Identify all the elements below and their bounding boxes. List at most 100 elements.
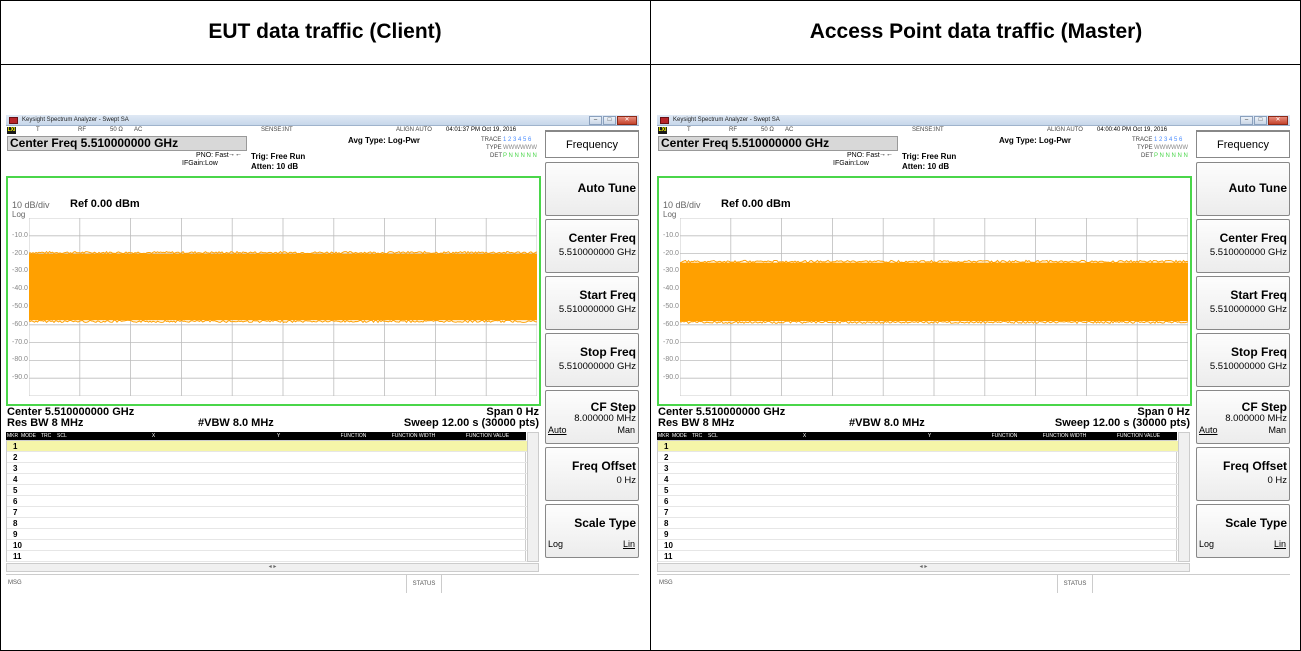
impedance-label: 50 Ω [761, 127, 774, 133]
marker-column-header: FUNCTION [340, 433, 367, 439]
scale-type-label: Scale Type [1225, 516, 1287, 530]
start-freq-value: 5.510000000 GHz [558, 304, 636, 315]
cf-step-man-option[interactable]: Man [1268, 425, 1286, 435]
msg-label: MSG [8, 580, 22, 586]
plot-area[interactable]: 10 dB/div Ref 0.00 dBm Log -10.0 -20.0 -30… [6, 176, 541, 406]
marker-row[interactable]: 11 [658, 551, 1178, 562]
marker-horizontal-scrollbar[interactable]: ◂ ▸ [6, 563, 539, 572]
menu-title-frequency: Frequency [1196, 130, 1290, 158]
stop-freq-value: 5.510000000 GHz [558, 361, 636, 372]
center-freq-button[interactable]: Center Freq 5.510000000 GHz [545, 219, 639, 273]
auto-tune-label: Auto Tune [577, 181, 636, 195]
scale-type-lin-option[interactable]: Lin [623, 539, 635, 549]
y-tick-label: -30.0 [12, 267, 28, 275]
menu-title-frequency: Frequency [545, 130, 639, 158]
marker-row[interactable]: 1 [7, 441, 527, 452]
marker-table[interactable]: 1 2 3 4 5 6 7 8 9 10 11 [6, 440, 527, 562]
pno-label: PNO: Fast [847, 152, 880, 159]
marker-row[interactable]: 4 [658, 474, 1178, 485]
marker-horizontal-scrollbar[interactable]: ◂ ▸ [657, 563, 1190, 572]
y-tick-label: -90.0 [663, 374, 679, 382]
stop-freq-button[interactable]: Stop Freq 5.510000000 GHz [1196, 333, 1290, 387]
lxi-indicator: LXI [658, 127, 667, 134]
cf-step-man-option[interactable]: Man [617, 425, 635, 435]
freq-offset-button[interactable]: Freq Offset 0 Hz [1196, 447, 1290, 501]
close-button[interactable]: ✕ [1268, 116, 1288, 125]
auto-tune-button[interactable]: Auto Tune [545, 162, 639, 216]
marker-row[interactable]: 1 [658, 441, 1178, 452]
header-divider [0, 64, 1301, 65]
marker-row[interactable]: 2 [7, 452, 527, 463]
auto-tune-button[interactable]: Auto Tune [1196, 162, 1290, 216]
marker-row[interactable]: 11 [7, 551, 527, 562]
marker-row[interactable]: 10 [658, 540, 1178, 551]
timestamp: 04:01:37 PM Oct 19, 2016 [446, 127, 517, 133]
y-tick-label: -40.0 [663, 285, 679, 293]
scale-type-lin-option[interactable]: Lin [1274, 539, 1286, 549]
trig-label: Trig: Free Run [251, 152, 306, 161]
trace-numbers: 1 2 3 4 5 6 [503, 137, 532, 143]
align-label: ALIGN AUTO [396, 127, 432, 133]
cf-step-button[interactable]: CF Step 8.000000 MHz Auto Man [1196, 390, 1290, 444]
marker-row[interactable]: 10 [7, 540, 527, 551]
start-freq-button[interactable]: Start Freq 5.510000000 GHz [1196, 276, 1290, 330]
scale-type-button[interactable]: Scale Type Log Lin [545, 504, 639, 558]
cf-step-auto-option[interactable]: Auto [548, 425, 567, 435]
start-freq-button[interactable]: Start Freq 5.510000000 GHz [545, 276, 639, 330]
coupling-label: AC [785, 127, 794, 133]
coupling-label: AC [134, 127, 143, 133]
marker-column-header: FUNCTION VALUE [1116, 433, 1161, 439]
marker-row[interactable]: 6 [658, 496, 1178, 507]
y-tick-label: -50.0 [663, 303, 679, 310]
marker-row[interactable]: 8 [7, 518, 527, 529]
close-button[interactable]: ✕ [617, 116, 637, 125]
message-bar: MSG STATUS [6, 574, 639, 593]
freq-offset-button[interactable]: Freq Offset 0 Hz [545, 447, 639, 501]
center-freq-value: 5.510000000 GHz [1209, 247, 1287, 258]
marker-table-header: MKR MODE TRC SCL X Y FUNCTION FUNCTION WIDTH FUN… [657, 432, 1177, 440]
start-freq-value: 5.510000000 GHz [1209, 304, 1287, 315]
marker-row[interactable]: 9 [7, 529, 527, 540]
marker-row[interactable]: 7 [658, 507, 1178, 518]
pno-label: PNO: Fast [196, 152, 229, 159]
cf-step-button[interactable]: CF Step 8.000000 MHz Auto Man [545, 390, 639, 444]
marker-row[interactable]: 5 [658, 485, 1178, 496]
log-scale-label: Log [663, 210, 677, 219]
marker-column-header: FUNCTION WIDTH [391, 433, 436, 439]
trig-label: Trig: Free Run [902, 152, 957, 161]
input-rf-label: RF [78, 127, 86, 133]
message-bar: MSG STATUS [657, 574, 1290, 593]
stop-freq-button[interactable]: Stop Freq 5.510000000 GHz [545, 333, 639, 387]
marker-vertical-scrollbar[interactable] [527, 432, 539, 562]
marker-row[interactable]: 7 [7, 507, 527, 518]
maximize-button[interactable]: □ [1254, 116, 1267, 125]
minimize-button[interactable]: – [1240, 116, 1253, 125]
app-icon [660, 117, 669, 124]
minimize-button[interactable]: – [589, 116, 602, 125]
freq-offset-value: 0 Hz [616, 475, 636, 486]
cf-step-label: CF Step [590, 400, 636, 414]
marker-row[interactable]: 2 [658, 452, 1178, 463]
marker-row[interactable]: 3 [7, 463, 527, 474]
cf-step-auto-option[interactable]: Auto [1199, 425, 1218, 435]
atten-label: Atten: 10 dB [251, 162, 299, 171]
marker-row[interactable]: 9 [658, 529, 1178, 540]
marker-vertical-scrollbar[interactable] [1178, 432, 1190, 562]
marker-row[interactable]: 4 [7, 474, 527, 485]
y-tick-label: -60.0 [12, 320, 28, 328]
scale-type-button[interactable]: Scale Type Log Lin [1196, 504, 1290, 558]
maximize-button[interactable]: □ [603, 116, 616, 125]
instrument-header: LXI T RF 50 Ω AC SENSE:INT ALIGN AUTO 04… [6, 126, 541, 176]
marker-row[interactable]: 8 [658, 518, 1178, 529]
marker-table[interactable]: 1 2 3 4 5 6 7 8 9 10 11 [657, 440, 1178, 562]
marker-row[interactable]: 3 [658, 463, 1178, 474]
marker-row[interactable]: 5 [7, 485, 527, 496]
marker-row[interactable]: 6 [7, 496, 527, 507]
scale-type-log-option[interactable]: Log [1199, 539, 1214, 549]
avg-type-label: Avg Type: Log-Pwr [999, 136, 1071, 145]
plot-area[interactable]: 10 dB/div Ref 0.00 dBm Log -10.0 -20.0 -30… [657, 176, 1192, 406]
center-freq-value: 5.510000000 GHz [558, 247, 636, 258]
center-freq-label: Center Freq [568, 231, 636, 245]
scale-type-log-option[interactable]: Log [548, 539, 563, 549]
center-freq-button[interactable]: Center Freq 5.510000000 GHz [1196, 219, 1290, 273]
